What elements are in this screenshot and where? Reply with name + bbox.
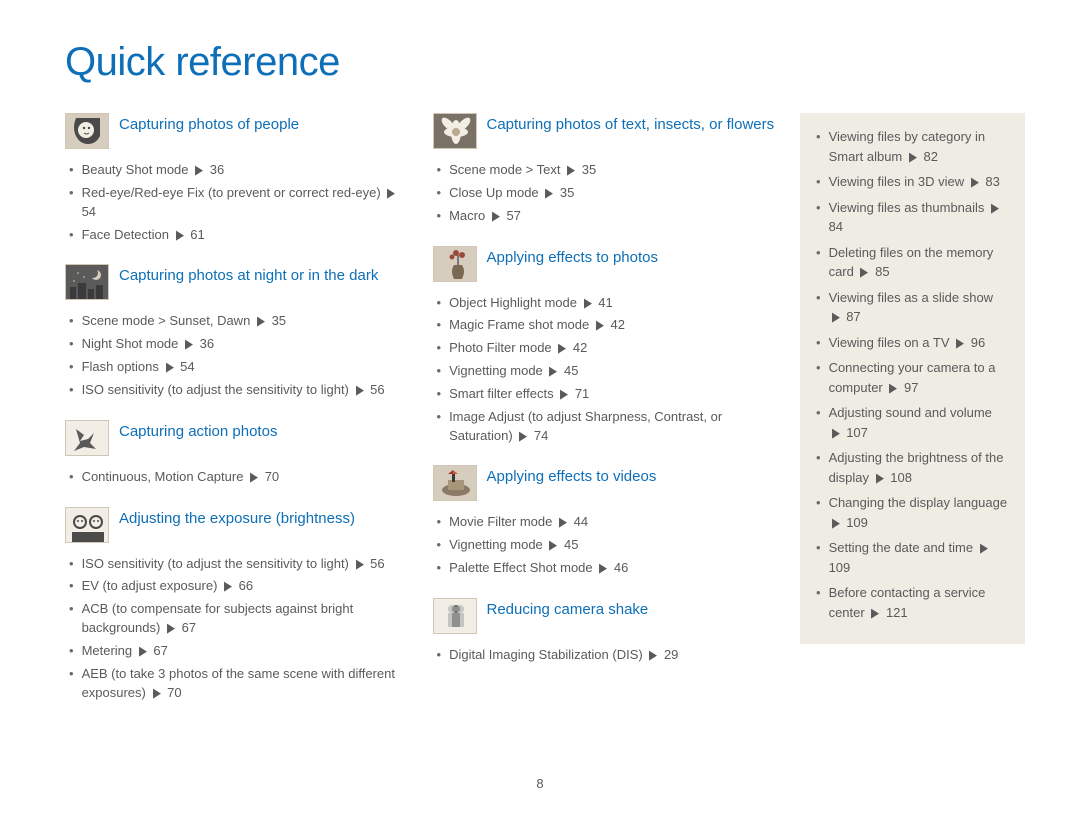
section-macro: Capturing photos of text, insects, or fl…: [433, 113, 781, 226]
item-list: Continuous, Motion Capture ▶ 70: [65, 468, 413, 487]
list-item[interactable]: Adjusting the brightness of the display …: [816, 448, 1009, 487]
list-item[interactable]: Scene mode > Text ▶ 35: [437, 161, 781, 180]
face-icon: [65, 113, 109, 149]
section-action: Capturing action photos Continuous, Moti…: [65, 420, 413, 487]
list-item[interactable]: Close Up mode ▶ 35: [437, 184, 781, 203]
item-list: Object Highlight mode ▶ 41 Magic Frame s…: [433, 294, 781, 446]
item-list: Scene mode > Sunset, Dawn ▶ 35 Night Sho…: [65, 312, 413, 399]
section-exposure: Adjusting the exposure (brightness) ISO …: [65, 507, 413, 703]
list-item[interactable]: Object Highlight mode ▶ 41: [437, 294, 781, 313]
list-item[interactable]: Changing the display language ▶ 109: [816, 493, 1009, 532]
vase-icon: [433, 246, 477, 282]
section-title: Capturing photos of people: [119, 113, 299, 135]
section-title: Adjusting the exposure (brightness): [119, 507, 355, 529]
section-title: Capturing photos of text, insects, or fl…: [487, 113, 775, 135]
item-list: ISO sensitivity (to adjust the sensitivi…: [65, 555, 413, 703]
list-item[interactable]: Viewing files by category in Smart album…: [816, 127, 1009, 166]
list-item[interactable]: Digital Imaging Stabilization (DIS) ▶ 29: [437, 646, 781, 665]
item-list: Movie Filter mode ▶ 44 Vignetting mode ▶…: [433, 513, 781, 578]
list-item[interactable]: ISO sensitivity (to adjust the sensitivi…: [69, 555, 413, 574]
list-item[interactable]: Palette Effect Shot mode ▶ 46: [437, 559, 781, 578]
action-icon: [65, 420, 109, 456]
list-item[interactable]: Before contacting a service center ▶ 121: [816, 583, 1009, 622]
section-title: Capturing action photos: [119, 420, 277, 442]
list-item[interactable]: Movie Filter mode ▶ 44: [437, 513, 781, 532]
section-title: Applying effects to photos: [487, 246, 659, 268]
list-item[interactable]: Metering ▶ 67: [69, 642, 413, 661]
list-item[interactable]: Scene mode > Sunset, Dawn ▶ 35: [69, 312, 413, 331]
list-item[interactable]: Continuous, Motion Capture ▶ 70: [69, 468, 413, 487]
video-icon: [433, 465, 477, 501]
column-left: Capturing photos of people Beauty Shot m…: [65, 113, 413, 723]
list-item[interactable]: Magic Frame shot mode ▶ 42: [437, 316, 781, 335]
list-item[interactable]: Viewing files in 3D view ▶ 83: [816, 172, 1009, 192]
list-item[interactable]: Viewing files as a slide show ▶ 87: [816, 288, 1009, 327]
list-item[interactable]: Deleting files on the memory card ▶ 85: [816, 243, 1009, 282]
list-item[interactable]: Image Adjust (to adjust Sharpness, Contr…: [437, 408, 781, 446]
page-title: Quick reference: [65, 40, 1025, 85]
page-number: 8: [536, 776, 543, 791]
section-shake: Reducing camera shake Digital Imaging St…: [433, 598, 781, 665]
list-item[interactable]: Flash options ▶ 54: [69, 358, 413, 377]
list-item[interactable]: Setting the date and time ▶ 109: [816, 538, 1009, 577]
shake-icon: [433, 598, 477, 634]
flower-icon: [433, 113, 477, 149]
section-night: Capturing photos at night or in the dark…: [65, 264, 413, 399]
list-item[interactable]: Night Shot mode ▶ 36: [69, 335, 413, 354]
content-columns: Capturing photos of people Beauty Shot m…: [65, 113, 1025, 723]
list-item[interactable]: Smart filter effects ▶ 71: [437, 385, 781, 404]
list-item[interactable]: EV (to adjust exposure) ▶ 66: [69, 577, 413, 596]
list-item[interactable]: AEB (to take 3 photos of the same scene …: [69, 665, 413, 703]
section-photo-effects: Applying effects to photos Object Highli…: [433, 246, 781, 446]
sidebar-list: Viewing files by category in Smart album…: [816, 127, 1009, 622]
list-item[interactable]: Macro ▶ 57: [437, 207, 781, 226]
item-list: Scene mode > Text ▶ 35 Close Up mode ▶ 3…: [433, 161, 781, 226]
item-list: Digital Imaging Stabilization (DIS) ▶ 29: [433, 646, 781, 665]
column-middle: Capturing photos of text, insects, or fl…: [433, 113, 781, 723]
section-video-effects: Applying effects to videos Movie Filter …: [433, 465, 781, 578]
list-item[interactable]: Vignetting mode ▶ 45: [437, 362, 781, 381]
list-item[interactable]: Face Detection ▶ 61: [69, 226, 413, 245]
list-item[interactable]: Red-eye/Red-eye Fix (to prevent or corre…: [69, 184, 413, 222]
item-list: Beauty Shot mode ▶ 36 Red-eye/Red-eye Fi…: [65, 161, 413, 244]
section-title: Applying effects to videos: [487, 465, 657, 487]
sidebar-box: Viewing files by category in Smart album…: [800, 113, 1025, 644]
list-item[interactable]: ISO sensitivity (to adjust the sensitivi…: [69, 381, 413, 400]
list-item[interactable]: Vignetting mode ▶ 45: [437, 536, 781, 555]
column-right: Viewing files by category in Smart album…: [800, 113, 1025, 723]
list-item[interactable]: Viewing files on a TV ▶ 96: [816, 333, 1009, 353]
section-people: Capturing photos of people Beauty Shot m…: [65, 113, 413, 244]
list-item[interactable]: Connecting your camera to a computer ▶ 9…: [816, 358, 1009, 397]
list-item[interactable]: Beauty Shot mode ▶ 36: [69, 161, 413, 180]
list-item[interactable]: Viewing files as thumbnails ▶ 84: [816, 198, 1009, 237]
section-title: Capturing photos at night or in the dark: [119, 264, 378, 286]
list-item[interactable]: ACB (to compensate for subjects against …: [69, 600, 413, 638]
section-title: Reducing camera shake: [487, 598, 649, 620]
exposure-icon: [65, 507, 109, 543]
list-item[interactable]: Adjusting sound and volume ▶ 107: [816, 403, 1009, 442]
list-item[interactable]: Photo Filter mode ▶ 42: [437, 339, 781, 358]
night-icon: [65, 264, 109, 300]
